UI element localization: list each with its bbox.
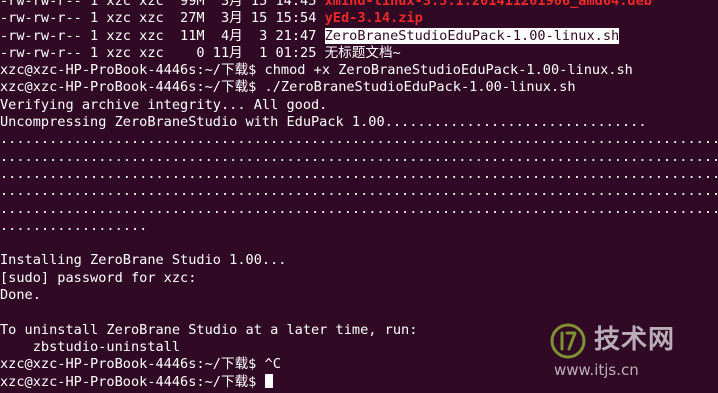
- output-line: Done.: [0, 287, 41, 304]
- listing-filename: yEd-3.14.zip: [324, 10, 423, 27]
- output-line: Verifying archive integrity... All good.: [0, 96, 328, 113]
- progress-dots: ........................................…: [0, 148, 718, 165]
- brand-logo-icon: [550, 323, 586, 359]
- progress-dots: ........................................…: [0, 165, 718, 182]
- watermark-brand: 技术网: [594, 325, 676, 355]
- listing-row: -rw-rw-r-- 1 xzc xzc 99M 3月 15 14:45 xmi…: [0, 0, 718, 10]
- site-watermark: 技术网 www.itjs.cn: [550, 321, 700, 381]
- shell-prompt: xzc@xzc-HP-ProBook-4446s:~/下载$: [0, 356, 265, 373]
- command-text: chmod +x ZeroBraneStudioEduPack-1.00-lin…: [264, 62, 633, 79]
- listing-filename: 无标题文档~: [324, 44, 401, 61]
- shell-prompt: xzc@xzc-HP-ProBook-4446s:~/下载$: [0, 62, 265, 79]
- progress-dots: ........................................…: [0, 200, 718, 217]
- listing-row: -rw-rw-r-- 1 xzc xzc 11M 4月 3 21:47 Zero…: [0, 27, 718, 45]
- listing-filename-selected[interactable]: ZeroBraneStudioEduPack-1.00-linux.sh: [324, 27, 620, 44]
- command-text: ^C: [264, 356, 281, 373]
- watermark-url: www.itjs.cn: [554, 361, 639, 379]
- progress-dots: ........................................…: [0, 183, 718, 200]
- sudo-password-prompt: [sudo] password for xzc:: [0, 269, 197, 286]
- command-text: ./ZeroBraneStudioEduPack-1.00-linux.sh: [264, 79, 576, 96]
- listing-filename: xmind-linux-3.5.1.201411201906_amd64.deb: [324, 0, 652, 9]
- listing-meta: -rw-rw-r-- 1 xzc xzc 0 11月 1 01:25: [0, 44, 325, 61]
- output-line: Uncompressing ZeroBraneStudio with EduPa…: [0, 114, 647, 131]
- listing-meta: -rw-rw-r-- 1 xzc xzc 27M 3月 15 15:54: [0, 10, 325, 27]
- listing-meta: -rw-rw-r-- 1 xzc xzc 11M 4月 3 21:47: [0, 27, 325, 44]
- listing-meta: -rw-rw-r-- 1 xzc xzc 99M 3月 15 14:45: [0, 0, 325, 9]
- command-line: xzc@xzc-HP-ProBook-4446s:~/下载$ chmod +x …: [0, 62, 718, 79]
- shell-prompt: xzc@xzc-HP-ProBook-4446s:~/下载$: [0, 79, 265, 96]
- progress-dots: ..................: [0, 217, 148, 234]
- output-line: Installing ZeroBrane Studio 1.00...: [0, 252, 287, 269]
- shell-prompt: xzc@xzc-HP-ProBook-4446s:~/下载$: [0, 373, 265, 390]
- terminal-window[interactable]: -rw-rw-r-- 1 xzc xzc 99M 3月 15 14:45 xmi…: [0, 0, 718, 393]
- text-cursor[interactable]: [264, 373, 273, 388]
- progress-dots: ........................................…: [0, 131, 718, 148]
- listing-row: -rw-rw-r-- 1 xzc xzc 0 11月 1 01:25 无标题文档…: [0, 45, 718, 62]
- listing-row: -rw-rw-r-- 1 xzc xzc 27M 3月 15 15:54 yEd…: [0, 10, 718, 27]
- command-line: xzc@xzc-HP-ProBook-4446s:~/下载$ ./ZeroBra…: [0, 79, 718, 96]
